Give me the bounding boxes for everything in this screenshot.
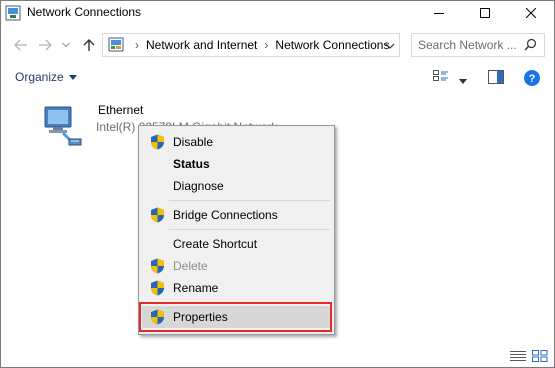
menu-item-status[interactable]: Status [142,153,331,175]
menu-item-bridge-connections[interactable]: Bridge Connections [142,204,331,226]
menu-item-label: Bridge Connections [173,208,278,222]
menu-item-diagnose[interactable]: Diagnose [142,175,331,197]
network-connections-icon [5,5,21,21]
maximize-button[interactable] [462,1,508,25]
uac-shield-icon [150,207,165,223]
menu-separator [169,229,330,230]
menu-item-disable[interactable]: Disable [142,131,331,153]
breadcrumb-network-and-internet[interactable]: Network and Internet [146,38,257,52]
navigation-bar: › Network and Internet › Network Connect… [1,31,554,59]
large-icons-view-icon[interactable] [532,350,548,365]
search-placeholder: Search Network ... [418,38,517,52]
address-bar[interactable]: › Network and Internet › Network Connect… [102,33,400,57]
title-bar: Network Connections [1,1,554,25]
uac-shield-icon [150,280,165,296]
control-panel-icon [108,37,124,53]
preview-pane-icon[interactable] [488,70,504,87]
uac-shield-icon [150,258,165,274]
breadcrumb-network-connections[interactable]: Network Connections [275,38,389,52]
menu-item-label: Disable [173,135,214,149]
menu-item-create-shortcut[interactable]: Create Shortcut [142,233,331,255]
menu-item-label: Status [173,157,210,171]
menu-item-rename[interactable]: Rename [142,277,331,299]
svg-text:?: ? [529,73,536,85]
menu-separator [169,200,330,201]
network-connections-window: Network Connections › Network and Intern… [0,0,555,368]
address-dropdown-icon[interactable] [385,39,395,53]
back-button[interactable] [11,35,31,55]
search-icon[interactable] [524,38,537,54]
close-button[interactable] [508,1,554,25]
properties-highlight-box [139,302,332,332]
menu-item-label: Diagnose [173,179,224,193]
help-icon[interactable]: ? [524,70,540,89]
context-menu: Disable Status Diagnose Bridge Connectio… [138,125,335,335]
minimize-button[interactable] [416,1,462,25]
command-bar: Organize ? [1,63,554,93]
breadcrumb-separator-icon: › [264,38,269,52]
organize-button[interactable]: Organize [15,70,77,84]
window-title: Network Connections [27,5,142,19]
menu-item-delete: Delete [142,255,331,277]
adapter-name: Ethernet [98,103,144,117]
uac-shield-icon [150,134,165,150]
ethernet-adapter-icon [43,101,91,149]
forward-button[interactable] [35,35,55,55]
details-view-icon[interactable] [510,350,526,365]
breadcrumb-separator-icon: › [135,38,139,52]
menu-item-label: Delete [173,259,208,273]
view-options-chevron-icon[interactable] [459,73,467,87]
chevron-down-icon [68,74,77,80]
search-input[interactable]: Search Network ... [411,33,545,57]
status-bar [1,346,554,367]
organize-label: Organize [15,70,64,84]
up-button[interactable] [79,35,99,55]
menu-item-label: Rename [173,281,219,295]
recent-locations-button[interactable] [59,35,73,55]
menu-item-label: Create Shortcut [173,237,258,251]
change-view-icon[interactable] [433,70,449,88]
